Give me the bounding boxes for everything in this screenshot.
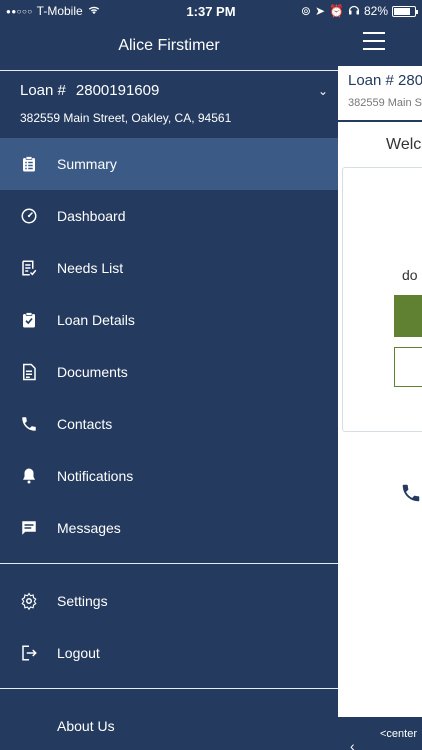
wifi-icon (87, 4, 101, 18)
background-content: Welcome do (338, 122, 422, 717)
menu-item-dashboard[interactable]: Dashboard (0, 190, 338, 242)
chat-icon (20, 519, 38, 537)
clipboard-list-icon (20, 155, 38, 173)
hamburger-menu-icon[interactable] (363, 32, 385, 50)
drawer-user-name: Alice Firstimer (118, 37, 220, 54)
loan-selector[interactable]: Loan # 2800191609 ⌄ 382559 Main Street, … (0, 72, 338, 138)
clipboard-check-icon (20, 311, 38, 329)
background-welcome-text: Welcome (386, 136, 422, 153)
chevron-down-icon[interactable]: ⌄ (318, 84, 328, 98)
menu-item-label: Settings (57, 593, 108, 609)
menu-item-label: Loan Details (57, 312, 135, 328)
menu-item-about-us[interactable]: About Us (0, 700, 338, 750)
phone-icon (20, 415, 38, 433)
divider (0, 563, 338, 564)
menu-item-label: Dashboard (57, 208, 126, 224)
menu-item-needs-list[interactable]: Needs List (0, 242, 338, 294)
divider (0, 70, 338, 71)
battery-percentage: 82% (363, 4, 388, 18)
menu-item-summary[interactable]: Summary (0, 138, 338, 190)
background-loan-card[interactable]: Loan # 2800191609 382559 Main Street, Oa… (338, 66, 422, 120)
rotation-lock-icon: ⊚ (300, 4, 311, 18)
menu-item-label: Notifications (57, 468, 134, 484)
menu-item-settings[interactable]: Settings (0, 575, 338, 627)
speedometer-icon (20, 207, 38, 225)
status-bar: ●●○○○ T-Mobile 1:37 PM ⊚ ➤ ⏰ 82% (0, 0, 422, 22)
menu-item-documents[interactable]: Documents (0, 346, 338, 398)
navigation-drawer: Alice Firstimer Loan # 2800191609 ⌄ 3825… (0, 0, 338, 750)
logout-icon (20, 644, 38, 662)
background-secondary-button[interactable] (394, 347, 422, 387)
menu-item-messages[interactable]: Messages (0, 502, 338, 554)
menu-item-label: Messages (57, 520, 121, 536)
background-loan-number: Loan # 2800191609 (348, 72, 422, 89)
menu-item-label: Needs List (57, 260, 124, 276)
signal-strength-icon: ●●○○○ (6, 6, 33, 16)
phone-icon[interactable] (400, 482, 422, 504)
headphones-icon (348, 4, 360, 18)
background-primary-button[interactable] (394, 295, 422, 337)
divider (0, 688, 338, 689)
main-menu: Summary Dashboard Needs List Loan Detail… (0, 138, 338, 554)
battery-icon (392, 5, 418, 17)
menu-item-logout[interactable]: Logout (0, 627, 338, 679)
gear-icon (20, 592, 38, 610)
bottom-menu: Settings Logout (0, 575, 338, 679)
checklist-icon (20, 259, 38, 277)
menu-item-label: Documents (57, 364, 128, 380)
bell-icon (20, 467, 38, 485)
document-icon (20, 363, 38, 381)
background-footer-text: <center (380, 728, 417, 740)
alarm-icon: ⏰ (329, 4, 344, 18)
menu-item-loan-details[interactable]: Loan Details (0, 294, 338, 346)
background-text-fragment: do (402, 267, 418, 283)
loan-label: Loan # (20, 82, 66, 99)
menu-item-label: Logout (57, 645, 100, 661)
menu-item-label: Contacts (57, 416, 113, 432)
back-chevron-icon[interactable]: ‹ (350, 738, 355, 750)
background-app: Loan # 2800191609 382559 Main Street, Oa… (338, 0, 422, 750)
menu-item-label: Summary (57, 156, 117, 172)
menu-item-contacts[interactable]: Contacts (0, 398, 338, 450)
carrier-name: T-Mobile (36, 4, 83, 18)
loan-address: 382559 Main Street, Oakley, CA, 94561 (20, 111, 232, 125)
loan-number: 2800191609 (75, 82, 160, 99)
menu-item-notifications[interactable]: Notifications (0, 450, 338, 502)
background-loan-address: 382559 Main Street, Oakley, CA, 94561 (348, 97, 422, 109)
location-arrow-icon: ➤ (314, 4, 326, 18)
